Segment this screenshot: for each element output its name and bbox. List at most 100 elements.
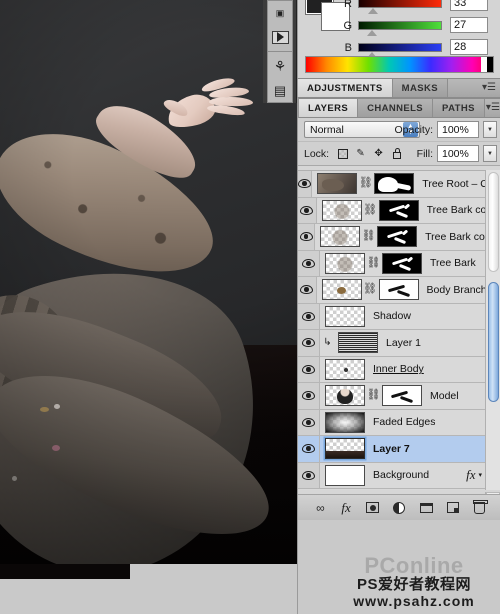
new-group-button[interactable] — [417, 500, 435, 516]
layer-visibility-toggle[interactable] — [298, 462, 320, 488]
layer-row[interactable]: ⛓ Tree Bark — [298, 250, 486, 277]
color-spectrum-ramp[interactable] — [305, 56, 494, 73]
layer-visibility-toggle[interactable] — [298, 383, 320, 409]
opacity-input[interactable]: 100% — [437, 121, 479, 138]
layer-mask-thumbnail[interactable] — [382, 385, 422, 407]
layer-row[interactable]: Shadow — [298, 303, 486, 330]
layer-thumbnail[interactable] — [325, 411, 365, 433]
layer-name[interactable]: Tree Bark — [430, 257, 476, 269]
fill-chevron-down-icon[interactable]: ▼ — [483, 145, 497, 162]
channel-r-slider[interactable] — [358, 0, 442, 8]
layer-thumbnail[interactable] — [338, 332, 378, 354]
layer-name[interactable]: Layer 1 — [386, 337, 421, 349]
layer-effects-indicator[interactable]: fx ▾ — [466, 463, 482, 489]
brush-preset-icon[interactable]: ⚘ — [268, 54, 292, 78]
layer-row[interactable]: Inner Body — [298, 356, 486, 383]
channel-g-slider[interactable] — [358, 21, 442, 30]
layer-visibility-toggle[interactable] — [298, 356, 320, 382]
tab-paths[interactable]: PATHS — [433, 99, 485, 117]
lock-transparent-pixels-icon[interactable] — [334, 145, 351, 162]
layer-row[interactable]: ⛓ Tree Bark copy — [298, 197, 486, 224]
layer-name[interactable]: Tree Bark copy 5 — [425, 231, 486, 243]
layer-name[interactable]: Layer 7 — [373, 443, 410, 455]
layer-thumbnail[interactable] — [325, 464, 365, 486]
tab-masks[interactable]: MASKS — [392, 79, 448, 97]
delete-layer-button[interactable] — [471, 499, 489, 516]
layer-thumbnail[interactable] — [320, 226, 361, 248]
layer-thumbnail[interactable] — [317, 173, 358, 195]
layer-row[interactable]: ↳ Layer 1 — [298, 330, 486, 357]
layer-thumbnail[interactable] — [325, 305, 365, 327]
channel-r-value[interactable]: 33 — [450, 0, 488, 11]
layer-name[interactable]: Shadow — [373, 310, 411, 322]
add-layer-style-button[interactable]: fx — [337, 500, 355, 516]
timeline-top-icon[interactable]: ▣ — [268, 1, 292, 25]
layer-row[interactable]: ⛓ Tree Root – Origina... — [298, 171, 486, 198]
layer-mask-thumbnail[interactable] — [378, 279, 419, 301]
layer-visibility-toggle[interactable] — [298, 330, 320, 356]
layer-name[interactable]: Tree Bark copy — [427, 204, 486, 216]
layer-row[interactable]: Background fx ▾ — [298, 462, 486, 489]
layer-thumbnail[interactable] — [321, 279, 362, 301]
layer-mask-thumbnail[interactable] — [382, 252, 422, 274]
layer-visibility-toggle[interactable] — [298, 250, 320, 276]
layer-mask-link-icon[interactable]: ⛓ — [359, 178, 373, 189]
layer-row[interactable]: ⛓ Body Branches — [298, 277, 486, 304]
lock-position-icon[interactable]: ✥ — [370, 145, 387, 162]
layer-row[interactable]: ⛓ Model — [298, 383, 486, 410]
add-layer-mask-button[interactable] — [364, 500, 382, 516]
layer-thumbnail[interactable] — [321, 199, 362, 221]
tab-layers[interactable]: LAYERS — [299, 99, 359, 117]
layer-mask-link-icon[interactable]: ⛓ — [367, 390, 381, 401]
layer-mask-link-icon[interactable]: ⛓ — [362, 231, 376, 242]
new-adjustment-layer-button[interactable] — [390, 500, 408, 516]
layer-visibility-toggle[interactable] — [298, 171, 313, 197]
layer-row[interactable]: ⛓ Tree Bark copy 5 — [298, 224, 486, 251]
fx-expand-chevron-icon[interactable]: ▾ — [478, 471, 482, 479]
tab-channels[interactable]: CHANNELS — [358, 99, 434, 117]
tab-adjustments[interactable]: ADJUSTMENTS — [298, 79, 393, 97]
layer-thumbnail[interactable] — [325, 358, 365, 380]
layer-mask-link-icon[interactable]: ⛓ — [363, 204, 377, 216]
layer-name[interactable]: Model — [430, 390, 459, 402]
layers-panel-menu-icon[interactable]: ▾☰ — [485, 99, 500, 117]
layer-visibility-toggle[interactable] — [298, 303, 320, 329]
channel-g-value[interactable]: 27 — [450, 17, 488, 33]
layer-name[interactable]: Body Branches — [427, 284, 486, 296]
color-channel-r[interactable]: R 33 — [340, 0, 495, 18]
channel-b-value[interactable]: 28 — [450, 39, 488, 55]
layer-thumbnail[interactable] — [325, 438, 365, 460]
layer-list[interactable]: ⛓ Tree Root – Origina... ⛓ Tree Bark copy ⛓ T… — [298, 170, 500, 490]
new-layer-button[interactable] — [444, 500, 462, 516]
adjustments-panel-menu-icon[interactable]: ▾☰ — [478, 79, 500, 97]
layer-mask-thumbnail[interactable] — [374, 173, 415, 195]
layer-name[interactable]: Faded Edges — [373, 416, 435, 428]
layer-mask-thumbnail[interactable] — [378, 199, 419, 221]
layer-mask-link-icon[interactable]: ⛓ — [367, 257, 381, 269]
fill-input[interactable]: 100% — [437, 145, 479, 162]
channel-r-thumb[interactable] — [368, 8, 378, 14]
layer-mask-thumbnail[interactable] — [377, 226, 418, 248]
layer-name[interactable]: Tree Root – Origina... — [422, 178, 486, 190]
layer-name[interactable]: Inner Body — [373, 363, 424, 375]
layer-row[interactable]: Layer 7 — [298, 436, 486, 463]
play-animation-icon[interactable] — [268, 25, 292, 49]
layer-row[interactable]: Faded Edges — [298, 409, 486, 436]
lock-image-pixels-icon[interactable]: ✎ — [352, 145, 369, 162]
layer-visibility-toggle[interactable] — [298, 224, 316, 250]
layers-scrollbar[interactable] — [485, 170, 500, 490]
layer-visibility-toggle[interactable] — [298, 277, 317, 303]
channel-g-thumb[interactable] — [367, 30, 377, 36]
link-layers-button[interactable]: ∞ — [310, 500, 328, 516]
layer-visibility-toggle[interactable] — [298, 436, 320, 462]
layer-visibility-toggle[interactable] — [298, 409, 320, 435]
tool-preset-icon[interactable]: ▤ — [268, 78, 292, 102]
layer-thumbnail[interactable] — [325, 252, 365, 274]
layer-visibility-toggle[interactable] — [298, 197, 317, 223]
layer-mask-link-icon[interactable]: ⛓ — [363, 284, 377, 295]
layers-scrollbar-thumb[interactable] — [488, 282, 499, 402]
lock-all-icon[interactable] — [388, 145, 405, 162]
color-channel-g[interactable]: G 27 — [340, 17, 495, 40]
layer-thumbnail[interactable] — [325, 385, 365, 407]
opacity-chevron-down-icon[interactable]: ▼ — [483, 121, 497, 138]
